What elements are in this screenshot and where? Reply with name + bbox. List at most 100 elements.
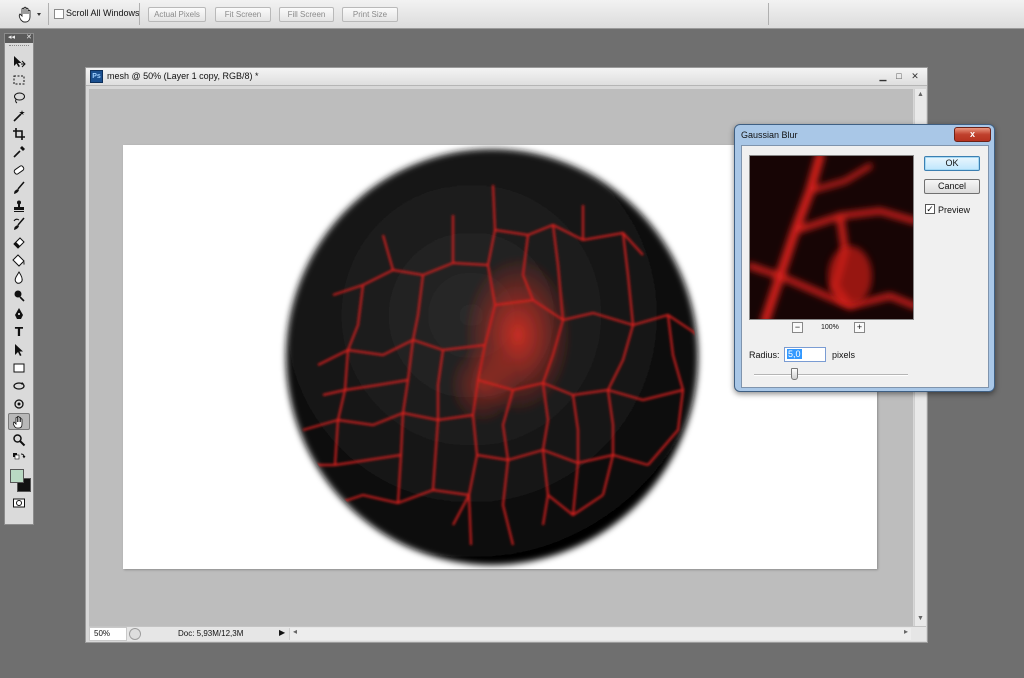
rectangle-tool[interactable] [8, 359, 30, 376]
hand-icon [18, 6, 41, 23]
scroll-right-icon[interactable]: ▸ [904, 627, 908, 636]
divider [48, 3, 49, 25]
maximize-button[interactable]: □ [893, 70, 905, 82]
foreground-color-swatch[interactable] [10, 469, 24, 483]
status-menu-arrow-icon[interactable]: ▶ [279, 628, 285, 637]
actual-pixels-button[interactable]: Actual Pixels [148, 7, 206, 22]
stamp-icon [14, 200, 24, 212]
dodge-icon [14, 290, 25, 302]
tools-panel: ◂◂ ✕ T [4, 33, 34, 525]
drop-icon [14, 270, 23, 284]
blur-preview[interactable] [749, 155, 914, 320]
status-bar: 50% Doc: 5,93M/12,3M ▶ ◂ ▸ [89, 626, 926, 641]
document-info: Doc: 5,93M/12,3M [178, 629, 244, 638]
dodge-tool[interactable] [8, 287, 30, 304]
3d-orbit-icon [14, 398, 24, 409]
quick-mask-button[interactable] [8, 494, 30, 511]
document-title: mesh @ 50% (Layer 1 copy, RGB/8) * [107, 71, 259, 81]
healing-brush-tool[interactable] [8, 161, 30, 178]
zoom-tool[interactable] [8, 431, 30, 448]
paint-bucket-tool[interactable] [8, 251, 30, 268]
eraser-icon [13, 236, 25, 249]
dialog-close-button[interactable]: x [954, 127, 991, 142]
collapse-icon[interactable]: ◂◂ [8, 33, 15, 41]
history-brush-tool[interactable] [8, 215, 30, 232]
scroll-up-icon[interactable]: ▲ [917, 91, 924, 98]
path-selection-icon [15, 343, 23, 356]
dropdown-arrow-icon [37, 13, 41, 16]
zoom-in-button[interactable]: + [854, 322, 865, 333]
scroll-down-icon[interactable]: ▼ [917, 615, 924, 622]
preview-image [750, 156, 913, 319]
radius-slider-track[interactable] [754, 374, 908, 376]
magic-wand-icon [13, 109, 25, 122]
zoom-level-field[interactable]: 50% [89, 627, 127, 641]
gaussian-blur-dialog: Gaussian Blur x − 100% + OK Cancel ✓ Pre… [734, 124, 995, 392]
swap-colors-icon [13, 452, 26, 459]
eraser-tool[interactable] [8, 233, 30, 250]
lasso-icon [14, 92, 25, 103]
options-bar: Scroll All Windows Actual Pixels Fit Scr… [0, 0, 1024, 29]
3d-orbit-tool[interactable] [8, 395, 30, 412]
document-title-bar[interactable]: Ps mesh @ 50% (Layer 1 copy, RGB/8) * ▁ … [86, 68, 927, 86]
magic-wand-tool[interactable] [8, 107, 30, 124]
crop-icon [13, 127, 25, 140]
history-brush-icon [13, 217, 25, 230]
fill-screen-button[interactable]: Fill Screen [279, 7, 334, 22]
3d-rotate-tool[interactable] [8, 377, 30, 394]
panel-grip[interactable] [9, 45, 29, 51]
type-tool[interactable]: T [8, 323, 30, 340]
close-window-button[interactable]: ✕ [909, 70, 921, 82]
paint-bucket-icon [12, 253, 25, 267]
magnifier-icon [13, 433, 26, 446]
print-size-button[interactable]: Print Size [342, 7, 398, 22]
hand-tool-preset-picker[interactable] [15, 5, 45, 24]
default-colors-toggle[interactable] [8, 449, 30, 466]
preview-label: Preview [938, 205, 971, 215]
type-icon: T [14, 324, 24, 339]
brush-tool[interactable] [8, 179, 30, 196]
radius-value: 5,0 [787, 349, 802, 359]
cancel-button[interactable]: Cancel [924, 179, 980, 194]
status-icon [129, 628, 141, 640]
lasso-tool[interactable] [8, 89, 30, 106]
blur-tool[interactable] [8, 269, 30, 286]
divider [768, 3, 769, 25]
scroll-all-windows-checkbox[interactable] [54, 9, 64, 19]
hand-tool[interactable] [8, 413, 30, 430]
eyedropper-icon [13, 145, 25, 158]
radius-input[interactable]: 5,0 [784, 347, 826, 362]
dialog-title: Gaussian Blur [741, 130, 798, 140]
marquee-tool[interactable] [8, 71, 30, 88]
scroll-left-icon[interactable]: ◂ [293, 627, 297, 636]
horizontal-scrollbar[interactable]: ◂ ▸ [289, 627, 911, 640]
hand-icon [12, 415, 23, 428]
quick-mask-icon [13, 498, 25, 507]
close-icon[interactable]: ✕ [26, 33, 32, 41]
radius-units: pixels [832, 350, 856, 360]
crop-tool[interactable] [8, 125, 30, 142]
minimize-button[interactable]: ▁ [877, 70, 889, 82]
tools-panel-header: ◂◂ ✕ [5, 34, 33, 43]
rectangle-icon [13, 363, 25, 372]
preview-checkbox[interactable]: ✓ [925, 204, 935, 214]
divider [139, 3, 140, 25]
ok-button[interactable]: OK [924, 156, 980, 171]
path-selection-tool[interactable] [8, 341, 30, 358]
color-swatches [8, 467, 31, 493]
brush-icon [14, 181, 25, 194]
clone-stamp-tool[interactable] [8, 197, 30, 214]
dialog-body: − 100% + OK Cancel ✓ Preview Radius: 5,0… [741, 145, 989, 388]
preview-zoom-level: 100% [821, 324, 839, 331]
scroll-all-windows-label: Scroll All Windows [66, 8, 140, 18]
radius-label: Radius: [749, 350, 780, 360]
3d-rotate-icon [13, 381, 25, 390]
radius-slider-thumb[interactable] [791, 368, 798, 380]
eyedropper-tool[interactable] [8, 143, 30, 160]
zoom-out-button[interactable]: − [792, 322, 803, 333]
move-tool[interactable] [8, 53, 30, 70]
fit-screen-button[interactable]: Fit Screen [215, 7, 271, 22]
preview-zoom-controls: − 100% + [792, 322, 872, 335]
pen-tool[interactable] [8, 305, 30, 322]
bandage-icon [13, 164, 25, 175]
